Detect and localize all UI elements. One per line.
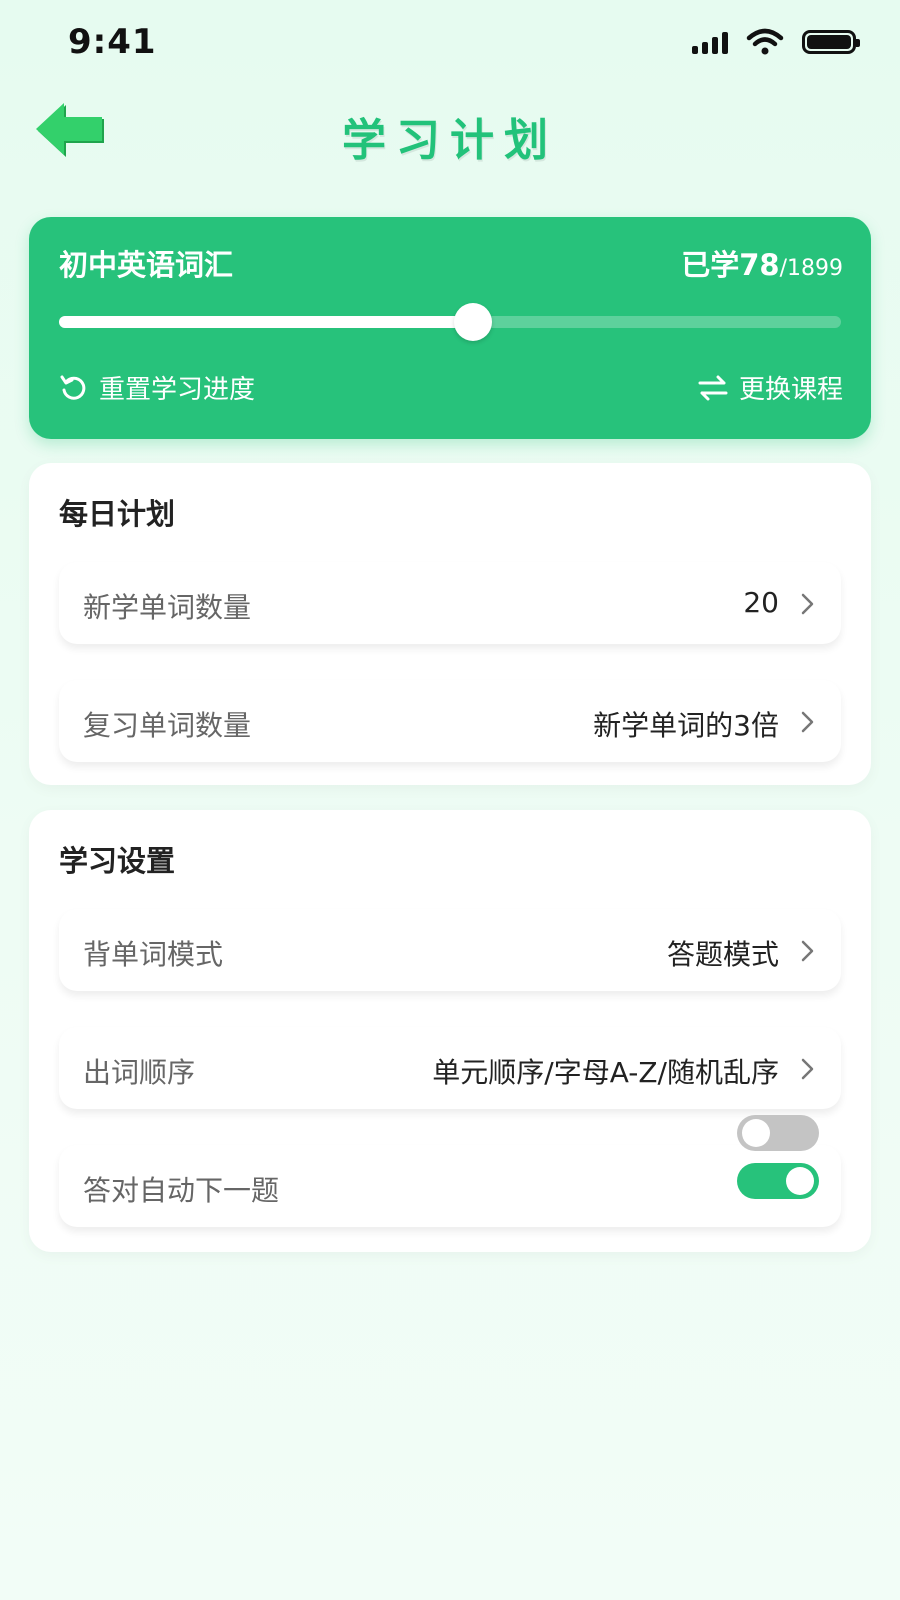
auto-next-row: 答对自动下一题 — [59, 1145, 841, 1227]
signal-icon — [692, 30, 728, 54]
switch-course-label: 更换课程 — [738, 375, 843, 405]
learned-count: 78 — [739, 248, 780, 282]
word-order-row[interactable]: 出词顺序 单元顺序/字母A-Z/随机乱序 — [59, 1027, 841, 1109]
row-label: 背单词模式 — [83, 938, 224, 971]
auto-next-toggle-off[interactable] — [737, 1115, 819, 1151]
chevron-right-icon — [801, 1058, 814, 1080]
study-mode-row[interactable]: 背单词模式 答题模式 — [59, 909, 841, 991]
new-words-count-row[interactable]: 新学单词数量 20 — [59, 562, 841, 644]
reset-progress-label: 重置学习进度 — [99, 375, 256, 405]
reset-progress-button[interactable]: 重置学习进度 — [59, 369, 255, 406]
progress-fill — [59, 316, 474, 328]
status-time: 9:41 — [68, 22, 157, 62]
row-value: 答题模式 — [666, 938, 779, 971]
study-settings-title: 学习设置 — [59, 844, 176, 878]
row-value: 新学单词的3倍 — [593, 709, 779, 742]
auto-next-toggle[interactable] — [737, 1163, 819, 1199]
daily-plan-title: 每日计划 — [59, 497, 176, 531]
progress-knob[interactable] — [454, 303, 493, 341]
switch-course-button[interactable]: 更换课程 — [697, 369, 843, 406]
chevron-right-icon — [801, 940, 814, 962]
row-value: 单元顺序/字母A-Z/随机乱序 — [432, 1056, 779, 1089]
row-label: 答对自动下一题 — [83, 1174, 280, 1207]
daily-plan-card: 每日计划 新学单词数量 20 复习单词数量 新学单词的3倍 — [29, 463, 871, 785]
page-title: 学习计划 — [342, 115, 558, 166]
chevron-right-icon — [801, 711, 814, 733]
study-settings-card: 学习设置 背单词模式 答题模式 出词顺序 单元顺序/字母A-Z/随机乱序 答对自… — [29, 810, 871, 1252]
row-label: 复习单词数量 — [83, 709, 252, 742]
total-count: /1899 — [779, 256, 843, 281]
refresh-icon — [60, 375, 86, 400]
toggle-knob — [742, 1119, 770, 1147]
course-name: 初中英语词汇 — [59, 248, 234, 282]
row-label: 出词顺序 — [83, 1056, 196, 1089]
swap-arrows-icon — [698, 375, 728, 400]
chevron-right-icon — [801, 593, 814, 615]
toggle-knob — [786, 1167, 814, 1195]
wifi-icon — [746, 28, 784, 55]
course-card: 初中英语词汇 已学78/1899 重置学习进度 更换课程 — [29, 217, 871, 439]
course-progress-count: 已学78/1899 — [681, 242, 843, 284]
progress-track — [59, 303, 841, 341]
status-bar: 9:41 — [0, 0, 900, 86]
learned-prefix: 已学 — [681, 248, 740, 282]
row-label: 新学单词数量 — [83, 591, 252, 624]
battery-icon — [802, 30, 860, 54]
row-value: 20 — [743, 586, 779, 619]
status-icons — [692, 28, 860, 56]
review-words-count-row[interactable]: 复习单词数量 新学单词的3倍 — [59, 680, 841, 762]
